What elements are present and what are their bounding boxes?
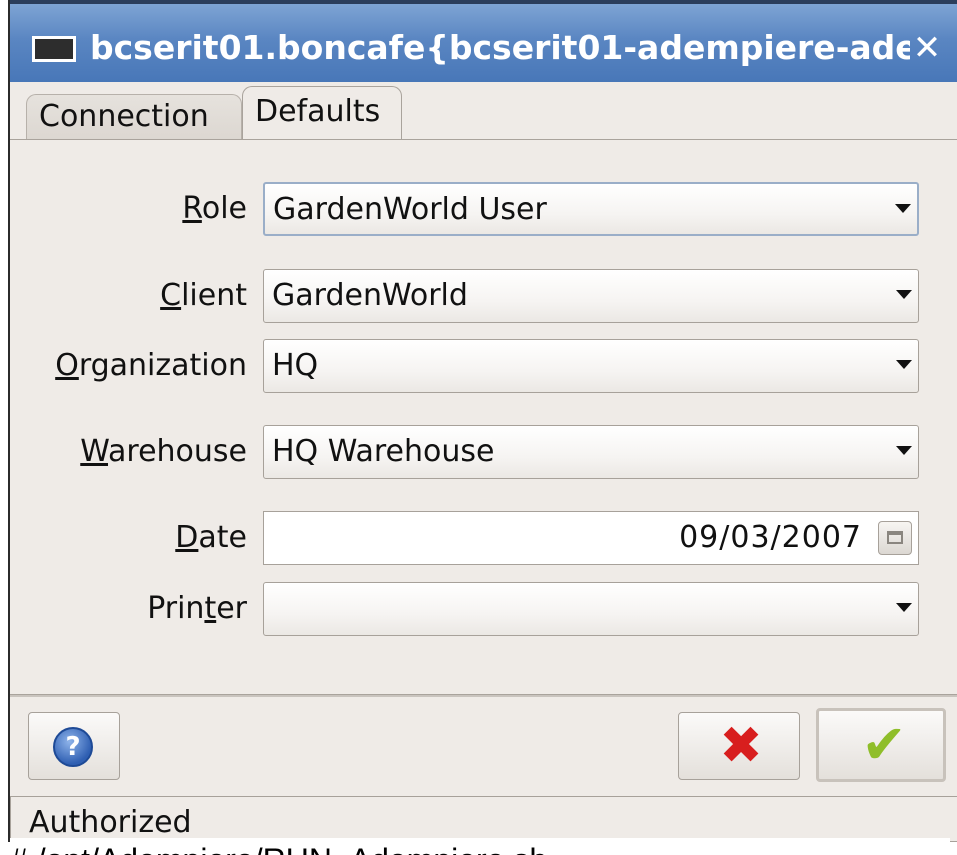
date-label: Date — [175, 511, 247, 565]
status-bar: Authorized — [10, 796, 957, 842]
date-label-text: ate — [198, 520, 247, 555]
dropdown-arrow-icon[interactable] — [896, 446, 912, 455]
defaults-panel: Role GardenWorld User Client GardenWorld… — [10, 139, 957, 696]
status-text: Authorized — [29, 805, 192, 840]
printer-label: Printer — [147, 582, 247, 636]
button-separator — [10, 694, 957, 697]
terminal-command-line: # /opt/Adempiere/RUN_Adempiere.sh — [10, 838, 950, 855]
date-mnemonic: D — [175, 520, 199, 555]
printer-label-pre: Prin — [147, 591, 205, 626]
title-bar[interactable]: bcserit01.boncafe{bcserit01-adempiere-ad… — [10, 0, 957, 82]
dropdown-arrow-icon[interactable] — [895, 204, 911, 213]
organization-value: HQ — [272, 348, 319, 383]
role-label: Role — [182, 182, 247, 236]
date-value: 09/03/2007 — [679, 520, 862, 555]
warehouse-value: HQ Warehouse — [272, 434, 495, 469]
role-row: Role GardenWorld User — [10, 182, 957, 236]
ok-checkmark-icon: ✔ — [861, 713, 907, 776]
role-combobox[interactable]: GardenWorld User — [263, 182, 919, 236]
cancel-button[interactable]: ✖ — [678, 712, 800, 780]
window-icon[interactable] — [32, 36, 76, 62]
help-button[interactable]: ? — [28, 712, 120, 780]
organization-label-text: rganization — [78, 348, 247, 383]
organization-label: Organization — [55, 339, 247, 393]
client-label: Client — [160, 269, 247, 323]
dropdown-arrow-icon[interactable] — [896, 290, 912, 299]
tab-connection[interactable]: Connection — [26, 94, 242, 140]
warehouse-label: Warehouse — [80, 425, 247, 479]
ok-button[interactable]: ✔ — [816, 708, 946, 782]
dropdown-arrow-icon[interactable] — [896, 360, 912, 369]
client-value: GardenWorld — [272, 278, 468, 313]
calendar-icon[interactable] — [878, 521, 912, 555]
close-icon[interactable]: ✕ — [907, 24, 947, 72]
terminal-command-text: # /opt/Adempiere/RUN_Adempiere.sh — [10, 844, 547, 855]
printer-row: Printer — [10, 582, 957, 636]
date-row: Date 09/03/2007 — [10, 511, 957, 565]
warehouse-mnemonic: W — [80, 434, 109, 469]
role-label-text: ole — [201, 191, 247, 226]
help-icon: ? — [53, 727, 93, 767]
organization-mnemonic: O — [55, 348, 79, 383]
printer-mnemonic: t — [204, 591, 217, 626]
warehouse-label-text: arehouse — [108, 434, 247, 469]
date-field[interactable]: 09/03/2007 — [263, 511, 919, 565]
printer-label-text: er — [216, 591, 247, 626]
printer-combobox[interactable] — [263, 582, 919, 636]
cancel-x-icon: ✖ — [719, 716, 763, 776]
tab-bar: Connection Defaults — [10, 82, 957, 140]
client-label-text: lient — [181, 278, 247, 313]
dropdown-arrow-icon[interactable] — [896, 603, 912, 612]
role-value: GardenWorld User — [273, 192, 547, 227]
warehouse-row: Warehouse HQ Warehouse — [10, 425, 957, 479]
client-combobox[interactable]: GardenWorld — [263, 269, 919, 323]
warehouse-combobox[interactable]: HQ Warehouse — [263, 425, 919, 479]
role-mnemonic: R — [182, 191, 202, 226]
organization-row: Organization HQ — [10, 339, 957, 393]
login-dialog: bcserit01.boncafe{bcserit01-adempiere-ad… — [8, 0, 957, 842]
client-row: Client GardenWorld — [10, 269, 957, 323]
organization-combobox[interactable]: HQ — [263, 339, 919, 393]
client-mnemonic: C — [160, 278, 182, 313]
window-title: bcserit01.boncafe{bcserit01-adempiere-ad… — [90, 28, 910, 67]
tab-defaults[interactable]: Defaults — [242, 86, 402, 140]
